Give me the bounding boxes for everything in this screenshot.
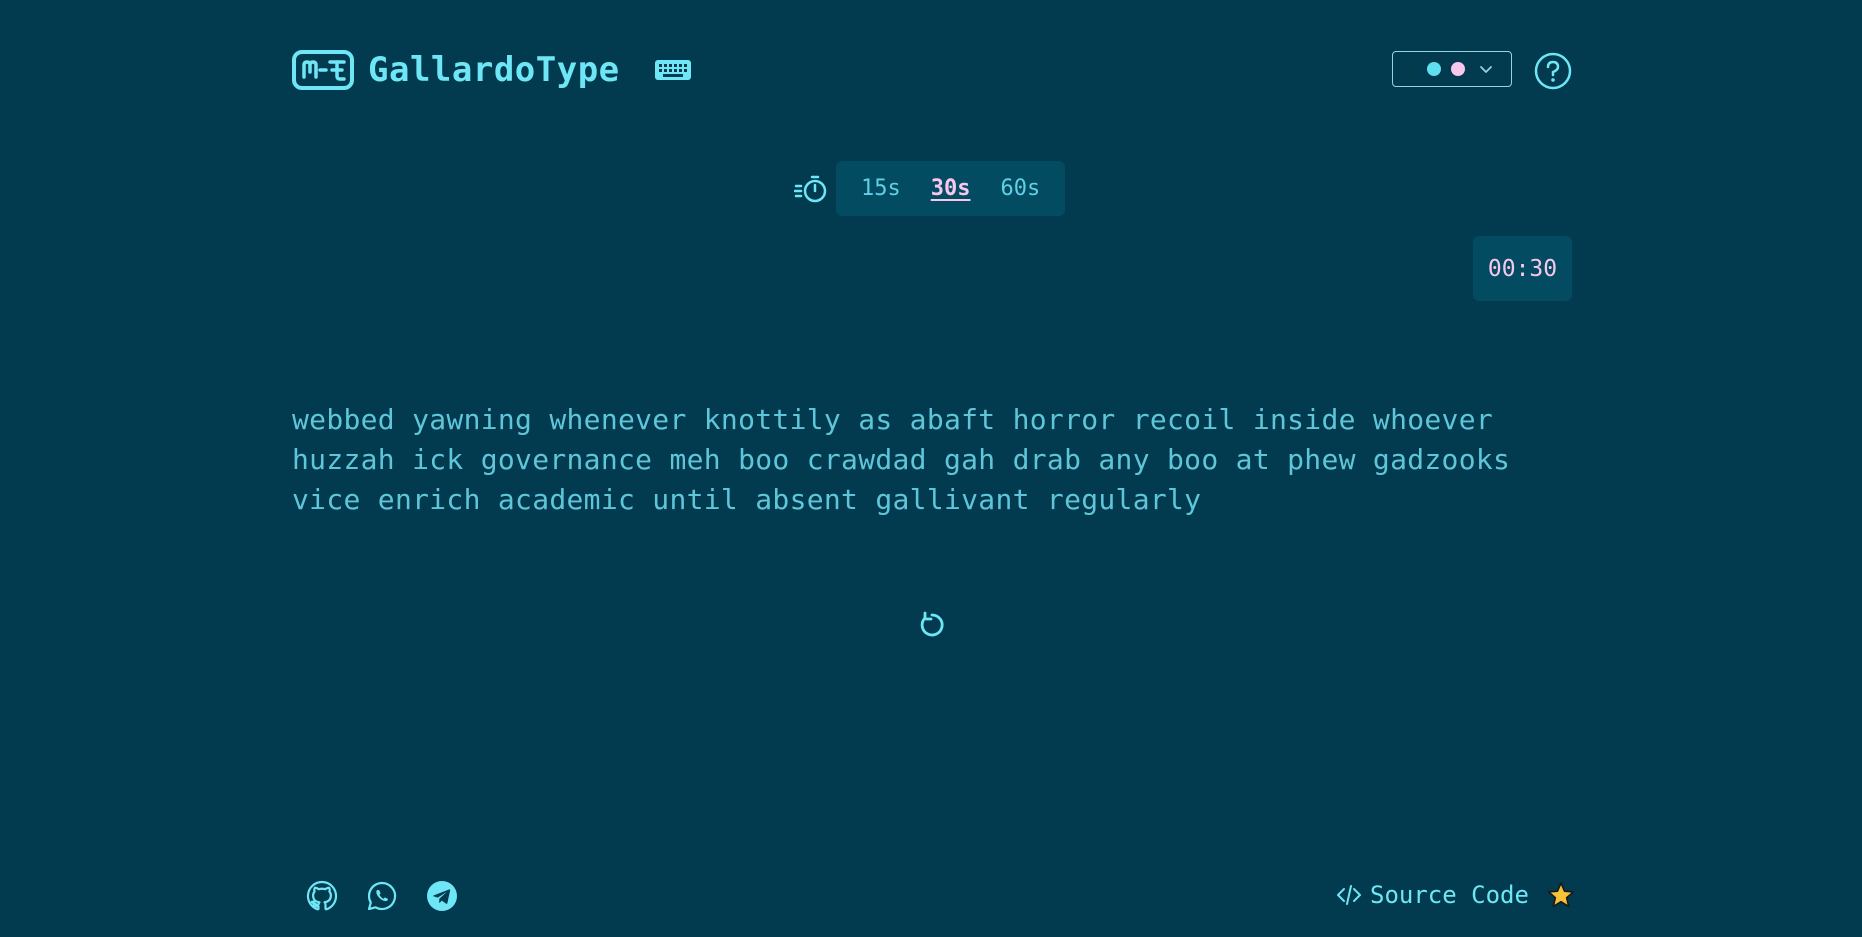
source-code-link[interactable]: Source Code xyxy=(1336,881,1575,909)
duration-option-60s[interactable]: 60s xyxy=(986,161,1056,216)
countdown-timer: 00:30 xyxy=(1473,236,1572,301)
timer-options: 15s 30s 60s xyxy=(794,161,1066,216)
chevron-down-icon xyxy=(1480,66,1492,73)
theme-dot-highlight xyxy=(1451,62,1465,76)
social-links xyxy=(306,880,486,912)
duration-option-30s[interactable]: 30s xyxy=(916,161,986,216)
whatsapp-icon[interactable] xyxy=(366,880,398,912)
github-icon[interactable] xyxy=(306,880,338,912)
header: GallardoType xyxy=(292,48,1572,92)
source-code-label: Source Code xyxy=(1370,881,1529,909)
telegram-icon[interactable] xyxy=(426,880,458,912)
app-root: GallardoType 15s 30s 60s 00:30 webbed ya… xyxy=(0,0,1862,937)
duration-options: 15s 30s 60s xyxy=(836,161,1066,216)
typing-words[interactable]: webbed yawning whenever knottily as abaf… xyxy=(292,400,1572,520)
code-icon xyxy=(1337,885,1361,905)
brand[interactable]: GallardoType xyxy=(292,48,692,92)
star-icon xyxy=(1547,882,1575,908)
theme-dot-background xyxy=(1403,62,1417,76)
keyboard-icon[interactable] xyxy=(654,58,692,82)
duration-option-15s[interactable]: 15s xyxy=(846,161,916,216)
brand-name: GallardoType xyxy=(368,50,620,90)
restart-icon[interactable] xyxy=(916,609,948,641)
theme-selector[interactable] xyxy=(1392,51,1512,87)
theme-dot-accent xyxy=(1427,62,1441,76)
logo-icon xyxy=(292,50,354,90)
help-icon[interactable] xyxy=(1534,52,1572,90)
stopwatch-icon xyxy=(794,175,827,202)
